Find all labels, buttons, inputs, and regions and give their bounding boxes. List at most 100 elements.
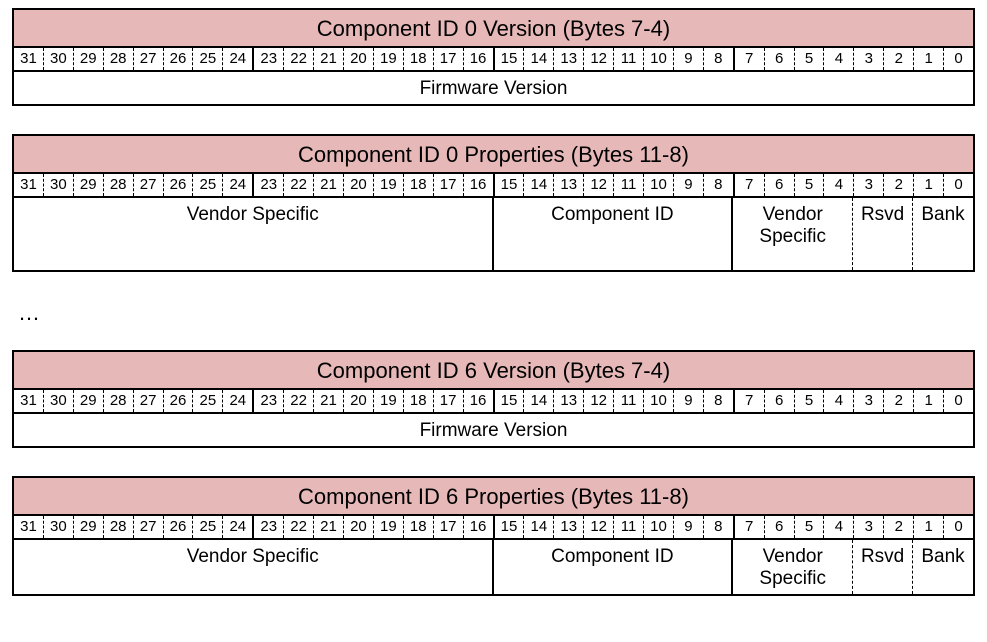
bit-number: 16 — [464, 390, 495, 412]
bit-number: 20 — [344, 174, 374, 196]
bit-number: 24 — [223, 174, 254, 196]
bit-number: 3 — [854, 48, 884, 70]
field-row: Vendor SpecificComponent IDVendor Specif… — [14, 540, 973, 594]
bit-number: 22 — [284, 48, 314, 70]
bit-number: 15 — [495, 390, 525, 412]
bit-number: 27 — [134, 48, 164, 70]
bit-number: 6 — [765, 174, 795, 196]
bit-number: 28 — [104, 48, 134, 70]
bit-number: 13 — [554, 48, 584, 70]
bit-number: 25 — [193, 48, 223, 70]
bit-number: 18 — [404, 390, 434, 412]
register-diagram: Component ID 0 Properties (Bytes 11-8)31… — [12, 134, 975, 272]
bit-number: 8 — [704, 48, 735, 70]
bit-number: 19 — [374, 390, 404, 412]
bit-number: 28 — [104, 390, 134, 412]
bit-number: 18 — [404, 48, 434, 70]
bit-number-row: 3130292827262524232221201918171615141312… — [14, 48, 973, 72]
field-row: Vendor SpecificComponent IDVendor Specif… — [14, 198, 973, 270]
bit-number: 5 — [795, 48, 825, 70]
bit-number: 8 — [704, 516, 735, 538]
bit-number: 11 — [614, 174, 644, 196]
bit-number: 9 — [674, 390, 704, 412]
bit-number-row: 3130292827262524232221201918171615141312… — [14, 174, 973, 198]
bit-number: 30 — [44, 390, 74, 412]
register-diagram: Component ID 0 Version (Bytes 7-4)313029… — [12, 8, 975, 106]
bit-number: 2 — [884, 390, 914, 412]
register-field: Bank — [913, 540, 973, 594]
bit-number: 6 — [765, 390, 795, 412]
bit-number: 11 — [614, 516, 644, 538]
bit-number-row: 3130292827262524232221201918171615141312… — [14, 390, 973, 414]
bit-number: 19 — [374, 174, 404, 196]
register-field: Vendor Specific — [733, 540, 853, 594]
register-field: Firmware Version — [14, 72, 973, 104]
bit-number: 1 — [914, 390, 944, 412]
bit-number: 27 — [134, 174, 164, 196]
register-title: Component ID 6 Properties (Bytes 11-8) — [14, 478, 973, 516]
bit-number: 18 — [404, 174, 434, 196]
bit-number: 10 — [644, 390, 674, 412]
bit-number: 7 — [735, 48, 765, 70]
bit-number: 2 — [884, 48, 914, 70]
bit-number: 10 — [644, 48, 674, 70]
bit-number: 30 — [44, 516, 74, 538]
bit-number: 31 — [14, 516, 44, 538]
bit-number: 0 — [944, 48, 973, 70]
bit-number: 15 — [495, 516, 525, 538]
bit-number: 9 — [674, 516, 704, 538]
bit-number: 6 — [765, 48, 795, 70]
bit-number: 24 — [223, 48, 254, 70]
bit-number: 22 — [284, 516, 314, 538]
bit-number: 8 — [704, 174, 735, 196]
bit-number: 20 — [344, 390, 374, 412]
bit-number: 21 — [314, 48, 344, 70]
bit-number-row: 3130292827262524232221201918171615141312… — [14, 516, 973, 540]
bit-number: 21 — [314, 174, 344, 196]
bit-number: 31 — [14, 390, 44, 412]
bit-number: 3 — [854, 390, 884, 412]
bit-number: 14 — [524, 516, 554, 538]
bit-number: 12 — [584, 516, 614, 538]
ellipsis: … — [18, 300, 975, 326]
bit-number: 22 — [284, 390, 314, 412]
bit-number: 27 — [134, 390, 164, 412]
bit-number: 0 — [944, 516, 973, 538]
bit-number: 10 — [644, 516, 674, 538]
bit-number: 22 — [284, 174, 314, 196]
bit-number: 19 — [374, 48, 404, 70]
bit-number: 15 — [495, 48, 525, 70]
bit-number: 25 — [193, 174, 223, 196]
bit-number: 0 — [944, 390, 973, 412]
register-title: Component ID 0 Properties (Bytes 11-8) — [14, 136, 973, 174]
bit-number: 29 — [74, 390, 104, 412]
register-field: Vendor Specific — [14, 540, 494, 594]
bit-number: 4 — [824, 390, 854, 412]
register-field: Vendor Specific — [733, 198, 853, 270]
bit-number: 12 — [584, 48, 614, 70]
bit-number: 5 — [795, 174, 825, 196]
register-field: Vendor Specific — [14, 198, 494, 270]
bit-number: 10 — [644, 174, 674, 196]
bit-number: 7 — [735, 174, 765, 196]
bit-number: 16 — [464, 174, 495, 196]
bit-number: 3 — [854, 516, 884, 538]
bit-number: 23 — [254, 390, 284, 412]
bit-number: 12 — [584, 390, 614, 412]
bit-number: 6 — [765, 516, 795, 538]
bit-number: 11 — [614, 390, 644, 412]
bit-number: 4 — [824, 516, 854, 538]
bit-number: 5 — [795, 516, 825, 538]
bit-number: 23 — [254, 48, 284, 70]
register-field: Firmware Version — [14, 414, 973, 446]
bit-number: 25 — [193, 390, 223, 412]
bit-number: 27 — [134, 516, 164, 538]
bit-number: 28 — [104, 516, 134, 538]
bit-number: 17 — [434, 48, 464, 70]
bit-number: 16 — [464, 516, 495, 538]
bit-number: 24 — [223, 390, 254, 412]
bit-number: 26 — [164, 48, 194, 70]
bit-number: 11 — [614, 48, 644, 70]
field-row: Firmware Version — [14, 414, 973, 446]
bit-number: 1 — [914, 48, 944, 70]
